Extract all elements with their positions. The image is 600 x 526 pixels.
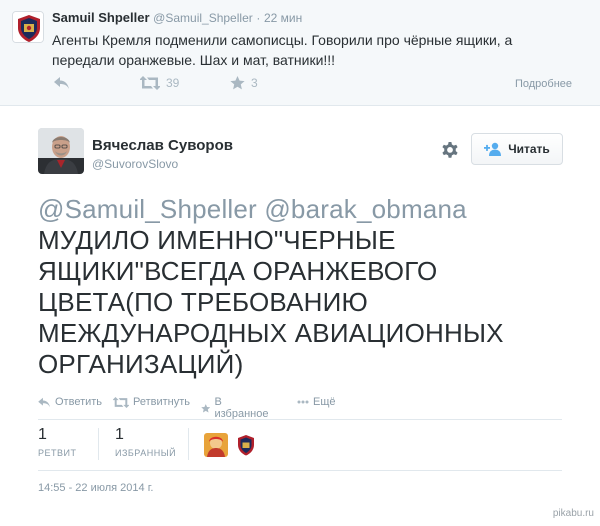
tweet-text: Агенты Кремля подменили самописцы. Говор… [52,32,513,68]
separator-dot: · [256,11,261,25]
favorites-label: ИЗБРАННЫЙ [115,448,177,458]
gear-icon [442,142,458,158]
favorites-stat[interactable]: 1 ИЗБРАННЫЙ [115,426,176,458]
favorites-count: 1 [115,426,124,443]
add-user-icon [484,142,502,156]
user-avatar-icon [204,433,228,457]
follow-label: Читать [508,142,550,156]
reply-label: Ответить [55,396,103,408]
retweet-count: 39 [166,76,180,90]
author-handle[interactable]: @Samuil_Shpeller [153,11,253,25]
author-name[interactable]: Вячеслав Суворов [92,137,233,154]
retweet-icon [140,76,160,90]
details-link[interactable]: Подробнее [515,78,572,90]
tweet-mentions[interactable]: @Samuil_Shpeller @barak_obmana [38,194,578,225]
divider [38,470,562,471]
retweet-button[interactable]: 39 [140,76,179,90]
retweet-label: Ретвитнуть [133,396,191,408]
settings-button[interactable] [440,140,460,160]
stat-divider [98,428,99,460]
reply-icon [38,397,50,407]
more-label: Ещё [313,396,336,408]
favorite-count: 3 [251,76,258,90]
favorite-label: В избранное [214,396,269,420]
club-crest-icon [234,433,258,457]
divider [38,419,562,420]
stat-divider [188,428,189,460]
star-icon [230,76,245,90]
favorite-button[interactable]: В избранное [201,396,270,420]
user-photo-icon [38,128,84,174]
retweets-label: РЕТВИТ [38,448,77,458]
tweet-header: Samuil Shpeller @Samuil_Shpeller · 22 ми… [52,10,302,25]
reply-icon [54,77,69,89]
follow-button[interactable]: Читать [471,133,563,165]
club-crest-icon [13,12,43,42]
more-dots-icon [297,400,309,404]
retweets-count: 1 [38,426,47,443]
tweet-body: МУДИЛО ИМЕННО"ЧЕРНЫЕ ЯЩИКИ"ВСЕГДА ОРАНЖЕ… [38,225,504,379]
author-name[interactable]: Samuil Shpeller [52,10,150,25]
avatar[interactable] [204,433,228,457]
watermark: pikabu.ru [552,508,594,519]
tweet-text: @Samuil_Shpeller @barak_obmana МУДИЛО ИМ… [38,194,578,380]
more-button[interactable]: Ещё [297,396,336,408]
avatar[interactable] [38,128,84,174]
avatar[interactable] [12,11,44,43]
author-handle[interactable]: @SuvorovSlovo [92,157,178,171]
avatar[interactable] [234,433,258,457]
reply-button[interactable]: Ответить [38,396,102,408]
retweet-button[interactable]: Ретвитнуть [113,396,190,408]
favorite-button[interactable]: 3 [230,76,258,90]
tweet-timestamp[interactable]: 14:55 - 22 июля 2014 г. [38,482,153,494]
star-icon [201,403,211,413]
tweet-time[interactable]: 22 мин [264,11,302,25]
reply-button[interactable] [54,76,70,90]
retweets-stat[interactable]: 1 РЕТВИТ [38,426,76,458]
tweet-actions: 39 3 Подробнее [52,76,572,96]
parent-tweet[interactable]: Samuil Shpeller @Samuil_Shpeller · 22 ми… [0,0,600,106]
retweet-icon [113,396,129,408]
